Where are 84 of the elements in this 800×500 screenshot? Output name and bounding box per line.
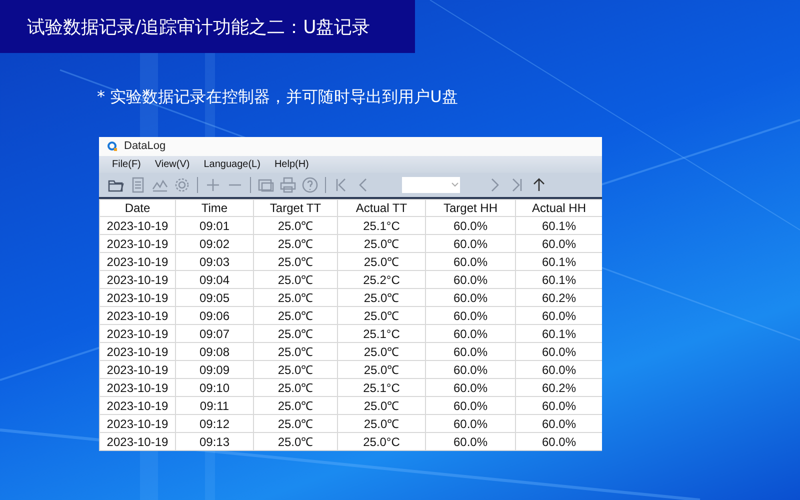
table-cell: 25.0℃ bbox=[254, 270, 338, 288]
slide-title: 试验数据记录/追踪审计功能之二：U盘记录 bbox=[27, 16, 370, 38]
table-cell: 25.0℃ bbox=[338, 342, 426, 360]
column-header: Date bbox=[100, 199, 176, 216]
table-cell: 25.0℃ bbox=[338, 306, 426, 324]
table-cell: 25.0℃ bbox=[338, 396, 426, 414]
table-cell: 25.0℃ bbox=[254, 306, 338, 324]
table-cell: 09:11 bbox=[176, 396, 254, 414]
column-header: Target HH bbox=[426, 199, 516, 216]
table-cell: 09:07 bbox=[176, 324, 254, 342]
table-cell: 60.0% bbox=[426, 432, 516, 450]
window-title: DataLog bbox=[124, 140, 166, 152]
table-cell: 60.0% bbox=[426, 360, 516, 378]
table-cell: 2023-10-19 bbox=[100, 288, 176, 306]
table-cell: 2023-10-19 bbox=[100, 342, 176, 360]
menu-item[interactable]: Language(L) bbox=[198, 156, 266, 172]
table-cell: 09:10 bbox=[176, 378, 254, 396]
table-cell: 25.1°C bbox=[338, 378, 426, 396]
column-header: Time bbox=[176, 199, 254, 216]
table-cell: 25.0℃ bbox=[338, 360, 426, 378]
table-cell: 2023-10-19 bbox=[100, 252, 176, 270]
table-cell: 09:09 bbox=[176, 360, 254, 378]
table-cell: 25.0℃ bbox=[338, 414, 426, 432]
table-cell: 60.0% bbox=[426, 288, 516, 306]
table-cell: 25.1°C bbox=[338, 216, 426, 234]
dropdown-field[interactable] bbox=[402, 176, 460, 193]
table-cell: 25.0℃ bbox=[254, 234, 338, 252]
table-cell: 2023-10-19 bbox=[100, 414, 176, 432]
table-cell: 60.0% bbox=[426, 252, 516, 270]
table-cell: 2023-10-19 bbox=[100, 234, 176, 252]
gear-icon[interactable] bbox=[173, 176, 191, 194]
table-cell: 2023-10-19 bbox=[100, 270, 176, 288]
table-cell: 25.0℃ bbox=[254, 378, 338, 396]
table-cell: 60.0% bbox=[426, 306, 516, 324]
table-cell: 60.0% bbox=[426, 414, 516, 432]
slide-note: * 实验数据记录在控制器，并可随时导出到用户U盘 bbox=[97, 87, 459, 108]
menu-item[interactable]: Help(H) bbox=[269, 156, 314, 172]
table-cell: 09:13 bbox=[176, 432, 254, 450]
table-cell: 25.0℃ bbox=[254, 252, 338, 270]
table-cell: 25.2°C bbox=[338, 270, 426, 288]
table-cell: 25.0℃ bbox=[254, 216, 338, 234]
table-cell: 2023-10-19 bbox=[100, 360, 176, 378]
menu-item[interactable]: View(V) bbox=[150, 156, 195, 172]
table-cell: 25.0°C bbox=[338, 432, 426, 450]
table-cell: 25.0℃ bbox=[338, 288, 426, 306]
table-cell: 25.0℃ bbox=[254, 414, 338, 432]
table-cell: 25.0℃ bbox=[338, 252, 426, 270]
table-cell: 60.0% bbox=[426, 396, 516, 414]
table-cell: 60.0% bbox=[426, 270, 516, 288]
table-cell: 2023-10-19 bbox=[100, 216, 176, 234]
table-cell: 60.0% bbox=[426, 342, 516, 360]
table-cell: 2023-10-19 bbox=[100, 306, 176, 324]
table-cell: 09:05 bbox=[176, 288, 254, 306]
table-cell: 25.0℃ bbox=[254, 360, 338, 378]
table-cell: 25.0℃ bbox=[338, 234, 426, 252]
table-cell: 60.0% bbox=[426, 324, 516, 342]
chevron-down-icon bbox=[450, 180, 460, 189]
table-cell: 09:12 bbox=[176, 414, 254, 432]
table-cell: 60.0% bbox=[426, 378, 516, 396]
menu-item[interactable]: File(F) bbox=[107, 156, 146, 172]
table-cell: 2023-10-19 bbox=[100, 396, 176, 414]
table-cell: 60.0% bbox=[426, 234, 516, 252]
column-header: Target TT bbox=[254, 199, 338, 216]
column-header: Actual TT bbox=[338, 199, 426, 216]
table-cell: 09:02 bbox=[176, 234, 254, 252]
column-header: Actual HH bbox=[516, 199, 602, 216]
table-cell: 25.0℃ bbox=[254, 342, 338, 360]
table-cell: 2023-10-19 bbox=[100, 324, 176, 342]
app-logo-icon bbox=[107, 140, 118, 152]
table-cell: 25.0℃ bbox=[254, 432, 338, 450]
table-cell: 09:08 bbox=[176, 342, 254, 360]
table-cell: 25.1°C bbox=[338, 324, 426, 342]
table-cell: 60.0% bbox=[426, 216, 516, 234]
help-icon[interactable] bbox=[301, 176, 319, 194]
table-cell: 09:06 bbox=[176, 306, 254, 324]
table-cell: 25.0℃ bbox=[254, 288, 338, 306]
printer-icon[interactable] bbox=[279, 176, 297, 194]
table-cell: 09:04 bbox=[176, 270, 254, 288]
table-cell: 2023-10-19 bbox=[100, 378, 176, 396]
table-cell: 2023-10-19 bbox=[100, 432, 176, 450]
table-cell: 09:01 bbox=[176, 216, 254, 234]
table-cell: 25.0℃ bbox=[254, 396, 338, 414]
table-cell: 25.0℃ bbox=[254, 324, 338, 342]
table-cell: 09:03 bbox=[176, 252, 254, 270]
